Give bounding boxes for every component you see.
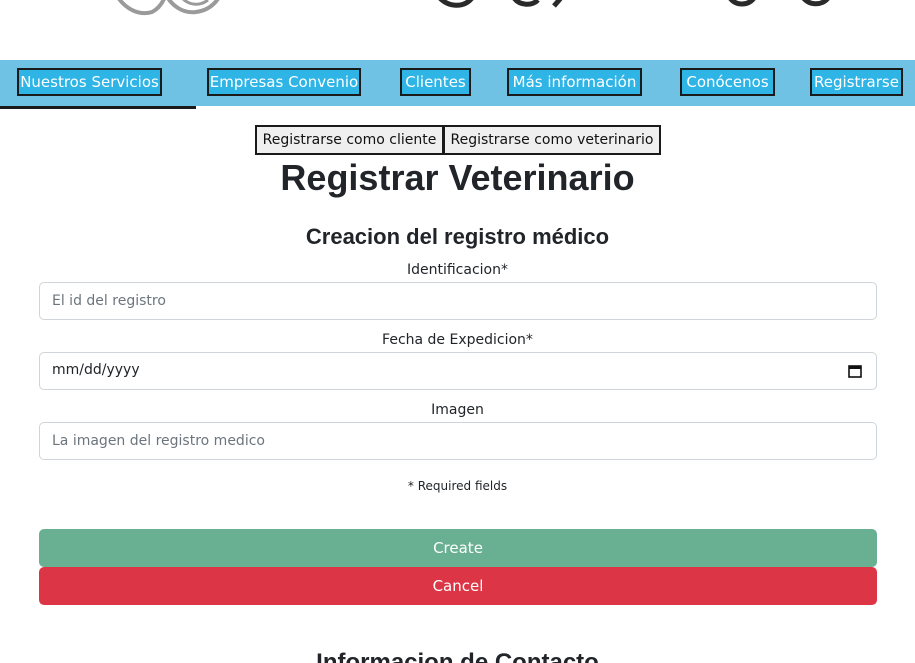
date-label: Fecha de Expedicion*: [382, 332, 533, 348]
contact-info-heading: Informacion de Contacto: [316, 649, 599, 663]
date-placeholder: mm/dd/yyyy: [52, 362, 140, 378]
id-label: Identificacion*: [406, 262, 508, 278]
calendar-icon[interactable]: [848, 364, 862, 378]
section-title: Creacion del registro médico: [305, 224, 610, 249]
brand-wordmark-icon: [438, 0, 830, 8]
main-navbar: Nuestros Servicios Empresas Convenio Cli…: [0, 60, 915, 106]
nav-mas-informacion[interactable]: Más información: [507, 68, 642, 96]
nav-nuestros-servicios[interactable]: Nuestros Servicios: [17, 68, 162, 96]
nav-registrarse[interactable]: Registrarse: [810, 68, 903, 96]
register-client-button[interactable]: Registrarse como cliente: [255, 125, 444, 155]
nav-empresas-convenio[interactable]: Empresas Convenio: [207, 68, 361, 96]
header: [0, 0, 915, 60]
nav-conocenos[interactable]: Conócenos: [680, 68, 775, 96]
paw-logo-icon: [117, 0, 220, 16]
id-field[interactable]: [39, 282, 877, 320]
create-button[interactable]: Create: [39, 529, 877, 567]
register-vet-button[interactable]: Registrarse como veterinario: [443, 125, 661, 155]
image-field[interactable]: [39, 422, 877, 460]
page: Nuestros Servicios Empresas Convenio Cli…: [0, 0, 915, 663]
nav-clientes[interactable]: Clientes: [400, 68, 471, 96]
image-label: Imagen: [431, 402, 484, 418]
cancel-button[interactable]: Cancel: [39, 567, 877, 605]
date-field[interactable]: mm/dd/yyyy: [39, 352, 877, 390]
active-nav-indicator: [0, 106, 196, 109]
page-title: Registrar Veterinario: [280, 157, 635, 198]
required-fields-note: * Required fields: [407, 479, 508, 493]
